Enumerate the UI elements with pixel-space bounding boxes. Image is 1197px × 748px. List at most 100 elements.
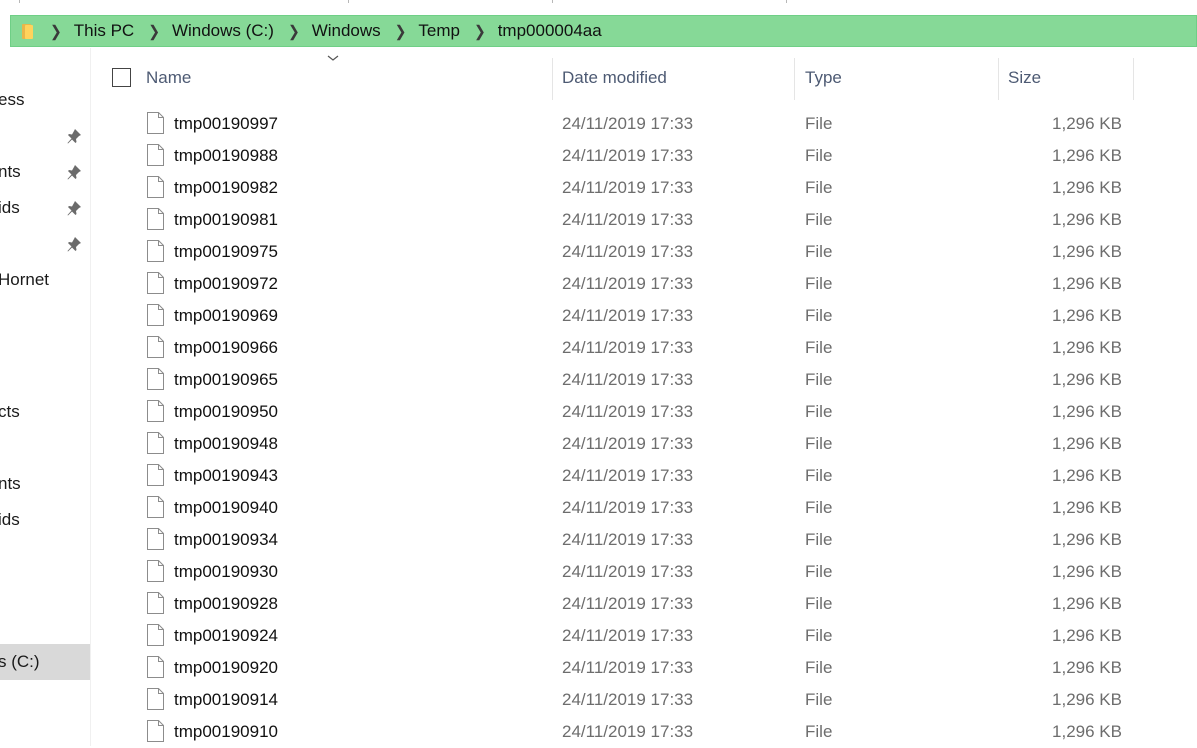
sidebar-item[interactable]: nts	[0, 154, 90, 190]
breadcrumb-current-folder[interactable]: tmp000004aa	[498, 21, 602, 41]
sidebar-item-label: cts	[0, 402, 20, 421]
file-size: 1,296 KB	[1052, 146, 1122, 165]
file-row[interactable]: tmp00190950 24/11/2019 17:33 File 1,296 KB	[104, 396, 1144, 428]
breadcrumb-this-pc[interactable]: This PC	[74, 21, 134, 41]
pin-icon[interactable]	[66, 200, 82, 216]
column-header-name[interactable]: Name	[146, 68, 191, 88]
file-name[interactable]: tmp00190988	[174, 146, 278, 166]
column-divider[interactable]	[998, 58, 999, 100]
file-name[interactable]: tmp00190966	[174, 338, 278, 358]
file-type: File	[805, 210, 833, 229]
sidebar-item[interactable]: nts	[0, 466, 90, 502]
file-icon	[147, 336, 164, 358]
file-date-modified: 24/11/2019 17:33	[562, 530, 694, 549]
file-row[interactable]: tmp00190924 24/11/2019 17:33 File 1,296 KB	[104, 620, 1144, 652]
pin-icon[interactable]	[66, 128, 82, 144]
file-name[interactable]: tmp00190924	[174, 626, 278, 646]
file-row[interactable]: tmp00190943 24/11/2019 17:33 File 1,296 KB	[104, 460, 1144, 492]
file-icon	[147, 624, 164, 646]
file-size: 1,296 KB	[1052, 722, 1122, 741]
file-name[interactable]: tmp00190969	[174, 306, 278, 326]
file-name[interactable]: tmp00190965	[174, 370, 278, 390]
file-name[interactable]: tmp00190943	[174, 466, 278, 486]
file-icon	[147, 464, 164, 486]
file-name[interactable]: tmp00190914	[174, 690, 278, 710]
file-date-modified: 24/11/2019 17:33	[562, 466, 694, 485]
chevron-down-icon[interactable]	[326, 53, 340, 63]
column-header-size[interactable]: Size	[1008, 68, 1041, 88]
pin-icon[interactable]	[66, 236, 82, 252]
file-row[interactable]: tmp00190966 24/11/2019 17:33 File 1,296 KB	[104, 332, 1144, 364]
chevron-right-icon[interactable]: ❯	[148, 22, 160, 41]
navigation-pane[interactable]: ess nts ids Hornet cts nts ids s (C:)	[0, 48, 91, 746]
sidebar-item-label: nts	[0, 162, 21, 181]
file-name[interactable]: tmp00190930	[174, 562, 278, 582]
sidebar-item[interactable]: cts	[0, 394, 90, 430]
file-name[interactable]: tmp00190910	[174, 722, 278, 742]
file-row[interactable]: tmp00190940 24/11/2019 17:33 File 1,296 KB	[104, 492, 1144, 524]
sidebar-item[interactable]: s (C:)	[0, 644, 90, 680]
select-all-checkbox[interactable]	[112, 68, 131, 87]
file-name[interactable]: tmp00190934	[174, 530, 278, 550]
file-date-modified: 24/11/2019 17:33	[562, 626, 694, 645]
sidebar-item[interactable]: Hornet	[0, 262, 90, 298]
file-name[interactable]: tmp00190975	[174, 242, 278, 262]
file-row[interactable]: tmp00190948 24/11/2019 17:33 File 1,296 KB	[104, 428, 1144, 460]
file-row[interactable]: tmp00190997 24/11/2019 17:33 File 1,296 KB	[104, 108, 1144, 140]
sidebar-item[interactable]	[0, 226, 90, 262]
file-date-modified: 24/11/2019 17:33	[562, 114, 694, 133]
file-date-modified: 24/11/2019 17:33	[562, 146, 694, 165]
file-row[interactable]: tmp00190988 24/11/2019 17:33 File 1,296 KB	[104, 140, 1144, 172]
file-icon	[147, 240, 164, 262]
window-top-edge	[0, 0, 1197, 12]
breadcrumb-windows-c[interactable]: Windows (C:)	[172, 21, 274, 41]
file-row[interactable]: tmp00190965 24/11/2019 17:33 File 1,296 KB	[104, 364, 1144, 396]
column-divider[interactable]	[1133, 58, 1134, 100]
file-row[interactable]: tmp00190910 24/11/2019 17:33 File 1,296 KB	[104, 716, 1144, 748]
column-divider[interactable]	[794, 58, 795, 100]
file-size: 1,296 KB	[1052, 530, 1122, 549]
file-row[interactable]: tmp00190981 24/11/2019 17:33 File 1,296 KB	[104, 204, 1144, 236]
file-row[interactable]: tmp00190972 24/11/2019 17:33 File 1,296 KB	[104, 268, 1144, 300]
breadcrumb-temp[interactable]: Temp	[418, 21, 460, 41]
file-name[interactable]: tmp00190981	[174, 210, 278, 230]
file-row[interactable]: tmp00190934 24/11/2019 17:33 File 1,296 KB	[104, 524, 1144, 556]
file-row[interactable]: tmp00190930 24/11/2019 17:33 File 1,296 KB	[104, 556, 1144, 588]
sidebar-item[interactable]: ids	[0, 190, 90, 226]
file-name[interactable]: tmp00190950	[174, 402, 278, 422]
file-row[interactable]: tmp00190969 24/11/2019 17:33 File 1,296 KB	[104, 300, 1144, 332]
chevron-right-icon[interactable]: ❯	[288, 22, 300, 41]
file-name[interactable]: tmp00190940	[174, 498, 278, 518]
chevron-right-icon[interactable]: ❯	[474, 22, 486, 41]
breadcrumb-windows[interactable]: Windows	[312, 21, 381, 41]
sidebar-item[interactable]: ess	[0, 82, 90, 118]
file-row[interactable]: tmp00190914 24/11/2019 17:33 File 1,296 KB	[104, 684, 1144, 716]
sidebar-item[interactable]: ids	[0, 502, 90, 538]
file-row[interactable]: tmp00190920 24/11/2019 17:33 File 1,296 KB	[104, 652, 1144, 684]
column-header-type[interactable]: Type	[805, 68, 842, 88]
file-icon	[147, 656, 164, 678]
file-row[interactable]: tmp00190982 24/11/2019 17:33 File 1,296 KB	[104, 172, 1144, 204]
sidebar-item[interactable]	[0, 118, 90, 154]
column-divider[interactable]	[552, 58, 553, 100]
address-bar[interactable]: ❯ This PC ❯ Windows (C:) ❯ Windows ❯ Tem…	[10, 15, 1197, 47]
file-name[interactable]: tmp00190982	[174, 178, 278, 198]
pin-icon[interactable]	[66, 164, 82, 180]
file-type: File	[805, 722, 833, 741]
file-list[interactable]: tmp00190997 24/11/2019 17:33 File 1,296 KB t…	[104, 108, 1144, 748]
file-icon	[147, 272, 164, 294]
file-type: File	[805, 114, 833, 133]
chevron-right-icon[interactable]: ❯	[395, 22, 407, 41]
file-name[interactable]: tmp00190920	[174, 658, 278, 678]
file-name[interactable]: tmp00190972	[174, 274, 278, 294]
chevron-right-icon[interactable]: ❯	[50, 22, 62, 41]
column-header-date-modified[interactable]: Date modified	[562, 68, 667, 88]
file-name[interactable]: tmp00190997	[174, 114, 278, 134]
file-name[interactable]: tmp00190948	[174, 434, 278, 454]
file-date-modified: 24/11/2019 17:33	[562, 434, 694, 453]
file-icon	[147, 688, 164, 710]
file-name[interactable]: tmp00190928	[174, 594, 278, 614]
file-row[interactable]: tmp00190975 24/11/2019 17:33 File 1,296 KB	[104, 236, 1144, 268]
file-type: File	[805, 466, 833, 485]
file-row[interactable]: tmp00190928 24/11/2019 17:33 File 1,296 KB	[104, 588, 1144, 620]
